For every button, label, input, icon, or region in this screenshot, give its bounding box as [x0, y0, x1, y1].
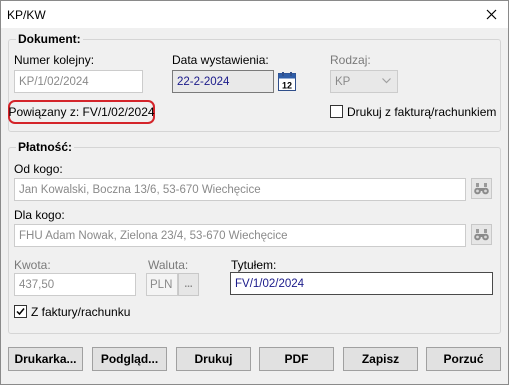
- window-title: KP/KW: [7, 8, 46, 22]
- currency-picker-button[interactable]: ...: [178, 273, 199, 296]
- document-group-legend: Dokument:: [16, 32, 83, 46]
- preview-button[interactable]: Podgląd...: [92, 347, 167, 371]
- calendar-icon: 12: [278, 72, 296, 91]
- from-invoice-checkbox[interactable]: [14, 305, 27, 318]
- to-field[interactable]: FHU Adam Nowak, Zielona 23/4, 53-670 Wie…: [14, 224, 466, 247]
- from-invoice-label: Z faktury/rachunku: [31, 305, 131, 319]
- to-contact-lookup-button[interactable]: [471, 224, 492, 245]
- chevron-down-icon: [382, 78, 391, 84]
- amount-label: Kwota:: [14, 258, 51, 272]
- from-label: Od kogo:: [14, 162, 63, 176]
- type-select[interactable]: KP: [330, 70, 398, 93]
- save-button[interactable]: Zapisz: [343, 347, 418, 371]
- calendar-button[interactable]: 12: [278, 72, 296, 91]
- number-field[interactable]: KP/1/02/2024: [14, 70, 143, 93]
- date-label: Data wystawienia:: [172, 53, 269, 67]
- currency-label: Waluta:: [148, 258, 189, 272]
- currency-picker-button-label: ...: [184, 279, 193, 290]
- title-bar: KP/KW: [1, 1, 508, 28]
- cancel-button[interactable]: Porzuć: [426, 347, 501, 371]
- close-icon: [486, 9, 496, 20]
- currency-field[interactable]: PLN: [146, 273, 178, 296]
- printer-button[interactable]: Drukarka...: [8, 347, 83, 371]
- print-with-invoice-checkbox[interactable]: [330, 105, 343, 118]
- to-label: Dla kogo:: [14, 208, 65, 222]
- date-field[interactable]: 22-2-2024: [172, 70, 274, 93]
- from-contact-lookup-button[interactable]: [471, 178, 492, 199]
- type-label: Rodzaj:: [330, 53, 371, 67]
- binoculars-icon: [474, 182, 489, 194]
- print-button[interactable]: Drukuj: [176, 347, 251, 371]
- number-label: Numer kolejny:: [14, 53, 95, 67]
- binoculars-icon: [474, 228, 489, 240]
- title-field[interactable]: FV/1/02/2024: [230, 272, 493, 295]
- print-with-invoice-label: Drukuj z fakturą/rachunkiem: [347, 105, 497, 119]
- title-label: Tytułem:: [231, 258, 277, 272]
- type-select-value: KP: [335, 75, 351, 88]
- close-button[interactable]: [474, 1, 508, 28]
- linked-document-text: Powiązany z: FV/1/02/2024: [8, 105, 155, 119]
- from-field[interactable]: Jan Kowalski, Boczna 13/6, 53-670 Wiechę…: [14, 178, 466, 201]
- pdf-button[interactable]: PDF: [259, 347, 334, 371]
- linked-document-badge: Powiązany z: FV/1/02/2024: [8, 100, 155, 124]
- kp-kw-dialog: KP/KW Dokument: Numer kolejny: KP/1/02/2…: [0, 0, 509, 385]
- checkmark-icon: [16, 308, 25, 316]
- amount-field[interactable]: 437,50: [14, 273, 136, 296]
- calendar-day-text: 12: [282, 81, 292, 91]
- payment-group-legend: Płatność:: [16, 140, 75, 154]
